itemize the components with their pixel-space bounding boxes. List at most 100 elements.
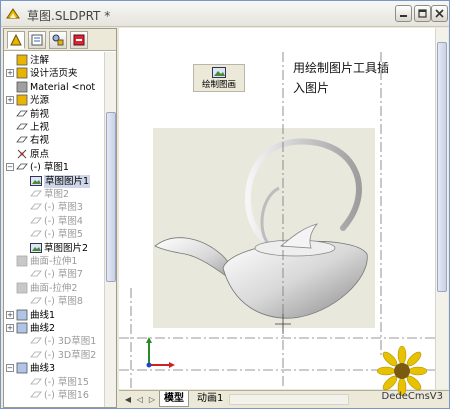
window-title: 草图.SLDPRT *: [27, 9, 111, 23]
tree-item[interactable]: (-) 草图5: [4, 228, 104, 241]
tree-item[interactable]: 曲面-拉伸2: [4, 282, 104, 295]
tab-dim-xpert[interactable]: [70, 31, 88, 49]
tab-feature-manager[interactable]: [7, 31, 25, 49]
tree-item[interactable]: (-) 草图3: [4, 201, 104, 214]
tree-item-label: (-) 草图16: [44, 390, 89, 401]
maximize-icon: [418, 9, 427, 18]
tree-item-label: 设计活页夹: [30, 68, 78, 80]
feature-tree: 注解 + 设计活页夹 Material <not + 光源 前视 上视 右视 原点 − (-) 草图1…: [4, 52, 104, 407]
expand-icon[interactable]: +: [6, 310, 14, 319]
tree-item-label: (-) 草图5: [44, 229, 83, 241]
tree-item-label: 前视: [30, 108, 50, 120]
tree-item[interactable]: 原点: [4, 148, 104, 161]
tree-item-label: 草图图片1: [44, 174, 91, 188]
tree-item-label: (-) 草图1: [30, 162, 69, 174]
collapse-icon[interactable]: −: [6, 364, 14, 373]
viewport-scrollbar[interactable]: [435, 28, 448, 389]
tab-property-manager[interactable]: [28, 31, 46, 49]
sketch-icon: [16, 163, 28, 170]
close-button[interactable]: [431, 5, 448, 22]
first-tab-icon[interactable]: ◀: [123, 394, 133, 405]
tree-item[interactable]: 草图图片1: [4, 174, 104, 188]
tab-configuration-manager[interactable]: [49, 31, 67, 49]
tree-item-label: 曲线3: [30, 363, 56, 375]
property-manager-icon: [31, 34, 43, 46]
expand-icon[interactable]: +: [6, 69, 14, 78]
surface-extrude-icon: [16, 282, 28, 294]
tree-item[interactable]: 右视: [4, 134, 104, 147]
tree-item[interactable]: 上视: [4, 121, 104, 134]
tree-item[interactable]: 草图图片2: [4, 242, 104, 255]
tree-item-label: 右视: [30, 135, 50, 147]
app-window: 草图.SLDPRT * 注解 + 设计活页夹 Material <not + 光…: [0, 0, 450, 409]
tree-item[interactable]: (-) 草图16: [4, 389, 104, 402]
tab-model[interactable]: 模型: [159, 391, 189, 407]
tree-item[interactable]: + 曲线1: [4, 309, 104, 322]
tree-item-label: 草图图片2: [44, 242, 89, 254]
minimize-icon: [400, 15, 407, 17]
tree-item-label: Material <not: [30, 81, 96, 93]
tree-item-label: (-) 3D草图1: [44, 336, 97, 348]
tree-item[interactable]: (-) 草图7: [4, 268, 104, 281]
minimize-button[interactable]: [395, 5, 412, 22]
next-tab-icon[interactable]: ▷: [147, 394, 157, 405]
tree-item[interactable]: + 设计活页夹: [4, 67, 104, 80]
tree-item-label: 注解: [30, 55, 50, 66]
instruction-note: 用绘制图片工具插 入图片: [293, 58, 417, 98]
tree-item-label: (-) 草图3: [44, 202, 83, 214]
lights-icon: [16, 94, 28, 106]
tree-item[interactable]: + 光源: [4, 94, 104, 107]
tree-item[interactable]: (-) 草图8: [4, 295, 104, 308]
sketch-icon: [30, 230, 42, 237]
tree-scrollbar[interactable]: [104, 52, 116, 407]
tree-item[interactable]: − 曲线3: [4, 362, 104, 375]
sketch-picture-image[interactable]: [153, 128, 375, 328]
maximize-button[interactable]: [414, 5, 431, 22]
sketch-picture-button[interactable]: 绘制图画: [193, 64, 245, 92]
origin-icon: [17, 149, 27, 159]
plane-icon: [16, 136, 28, 143]
collapse-icon[interactable]: −: [6, 163, 14, 172]
feature-manager-panel: 注解 + 设计活页夹 Material <not + 光源 前视 上视 右视 原点 − (-) 草图1…: [3, 28, 117, 408]
curve-icon: [16, 322, 28, 334]
tree-item-label: 原点: [30, 148, 50, 160]
title-bar[interactable]: 草图.SLDPRT *: [1, 1, 449, 27]
tree-item[interactable]: 曲面-拉伸1: [4, 255, 104, 268]
tab-animation[interactable]: 动画1: [193, 391, 227, 407]
plane-icon: [16, 110, 28, 116]
plane-icon: [16, 123, 28, 130]
solidworks-part-icon: [6, 8, 20, 19]
material-icon: [16, 81, 28, 93]
tree-item[interactable]: (-) 3D草图1: [4, 335, 104, 348]
tree-item[interactable]: (-) 草图4: [4, 215, 104, 228]
watermark: DedeCmsV3: [367, 346, 445, 404]
expand-icon[interactable]: +: [6, 96, 14, 105]
tree-item[interactable]: − (-) 草图1: [4, 161, 104, 174]
tree-item[interactable]: 草图2: [4, 188, 104, 201]
prev-tab-icon[interactable]: ◁: [135, 394, 145, 405]
tree-item[interactable]: + 曲线2: [4, 322, 104, 335]
sketch-icon: [30, 203, 42, 210]
annotation-icon: [16, 54, 28, 66]
viewport-scrollbar-thumb[interactable]: [437, 42, 447, 292]
graphics-viewport[interactable]: 绘制图画 用绘制图片工具插 入图片: [119, 28, 435, 389]
horizontal-scrollbar[interactable]: [229, 394, 349, 405]
sketch-icon: [30, 190, 42, 197]
picture-icon: [212, 66, 226, 78]
tree-item[interactable]: Material <not: [4, 81, 104, 94]
close-icon: [435, 9, 444, 18]
tree-item-label: (-) 草图8: [44, 296, 83, 308]
sketch-picture-icon: [30, 175, 42, 186]
teapot-image: [154, 138, 368, 319]
sketch3d-icon: [30, 337, 42, 344]
tree-item[interactable]: 前视: [4, 108, 104, 121]
tree-item-label: 曲线1: [30, 309, 56, 321]
expand-icon[interactable]: +: [6, 324, 14, 332]
sketch-icon: [30, 270, 42, 277]
tree-item[interactable]: 注解: [4, 54, 104, 67]
tree-item[interactable]: (-) 草图15: [4, 376, 104, 389]
tree-item[interactable]: (-) 3D草图2: [4, 349, 104, 362]
tree-scrollbar-thumb[interactable]: [106, 112, 116, 282]
watermark-text: DedeCmsV3: [381, 391, 444, 402]
sketch-icon: [30, 378, 42, 384]
